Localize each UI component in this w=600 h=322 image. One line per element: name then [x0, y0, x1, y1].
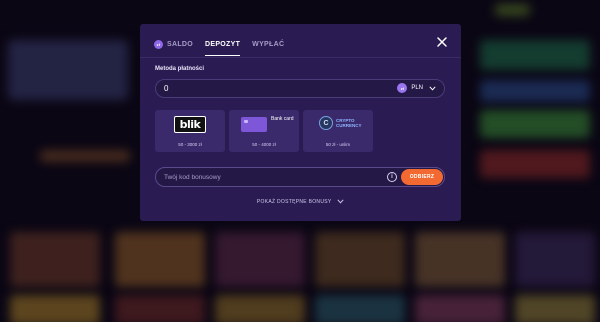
method-range: 50 - 3000 zł — [178, 142, 202, 147]
method-name: Bank card — [271, 116, 294, 122]
method-range: 50 zł - unlim — [325, 142, 351, 147]
blik-logo: blik — [174, 116, 206, 133]
coin-icon: zł — [397, 83, 408, 93]
tab-wyplac[interactable]: WYPŁAĆ — [252, 36, 284, 52]
currency-select[interactable]: zł PLN — [397, 83, 436, 93]
payment-method-label: Metoda płatności — [155, 66, 205, 72]
tab-depozyt[interactable]: DEPOZYT — [205, 36, 241, 56]
chevron-down-icon — [429, 85, 436, 91]
show-bonuses-link[interactable]: POKAŻ DOSTĘPNE BONUSY — [140, 199, 461, 205]
wallet-modal: zł SALDO DEPOZYT WYPŁAĆ Metoda płatności… — [140, 24, 461, 221]
method-blik[interactable]: blik 50 - 3000 zł — [155, 110, 225, 152]
amount-value[interactable]: 0 — [164, 84, 168, 93]
tab-saldo[interactable]: zł SALDO — [154, 36, 193, 52]
chevron-down-icon — [337, 199, 344, 204]
tab-depozyt-label: DEPOZYT — [205, 40, 241, 48]
method-name: CRYPTO CURRENCY — [336, 118, 362, 128]
tabs-divider — [140, 57, 461, 58]
coin-icon: zł — [154, 39, 163, 49]
method-bank-card[interactable]: Bank card 50 - 4000 zł — [229, 110, 299, 152]
credit-card-icon — [241, 117, 267, 132]
tab-wyplac-label: WYPŁAĆ — [252, 40, 285, 48]
amount-field[interactable]: 0 zł PLN — [155, 79, 445, 98]
currency-label: PLN — [411, 85, 423, 91]
wallet-tabs: zł SALDO DEPOZYT WYPŁAĆ — [154, 36, 296, 56]
show-bonuses-label: POKAŻ DOSTĘPNE BONUSY — [256, 199, 332, 205]
claim-bonus-button[interactable]: ODBIERZ — [401, 169, 443, 185]
close-icon[interactable] — [436, 36, 448, 48]
bonus-code-field: i ODBIERZ — [155, 167, 445, 187]
crypto-coin-icon: C — [319, 116, 333, 130]
info-icon[interactable]: i — [387, 172, 397, 182]
method-range: 50 - 4000 zł — [252, 142, 276, 147]
payment-methods: blik 50 - 3000 zł Bank card 50 - 4000 zł… — [155, 110, 377, 152]
tab-saldo-label: SALDO — [167, 40, 193, 48]
method-crypto[interactable]: C CRYPTO CURRENCY 50 zł - unlim — [303, 110, 373, 152]
bonus-code-input[interactable] — [164, 171, 364, 183]
